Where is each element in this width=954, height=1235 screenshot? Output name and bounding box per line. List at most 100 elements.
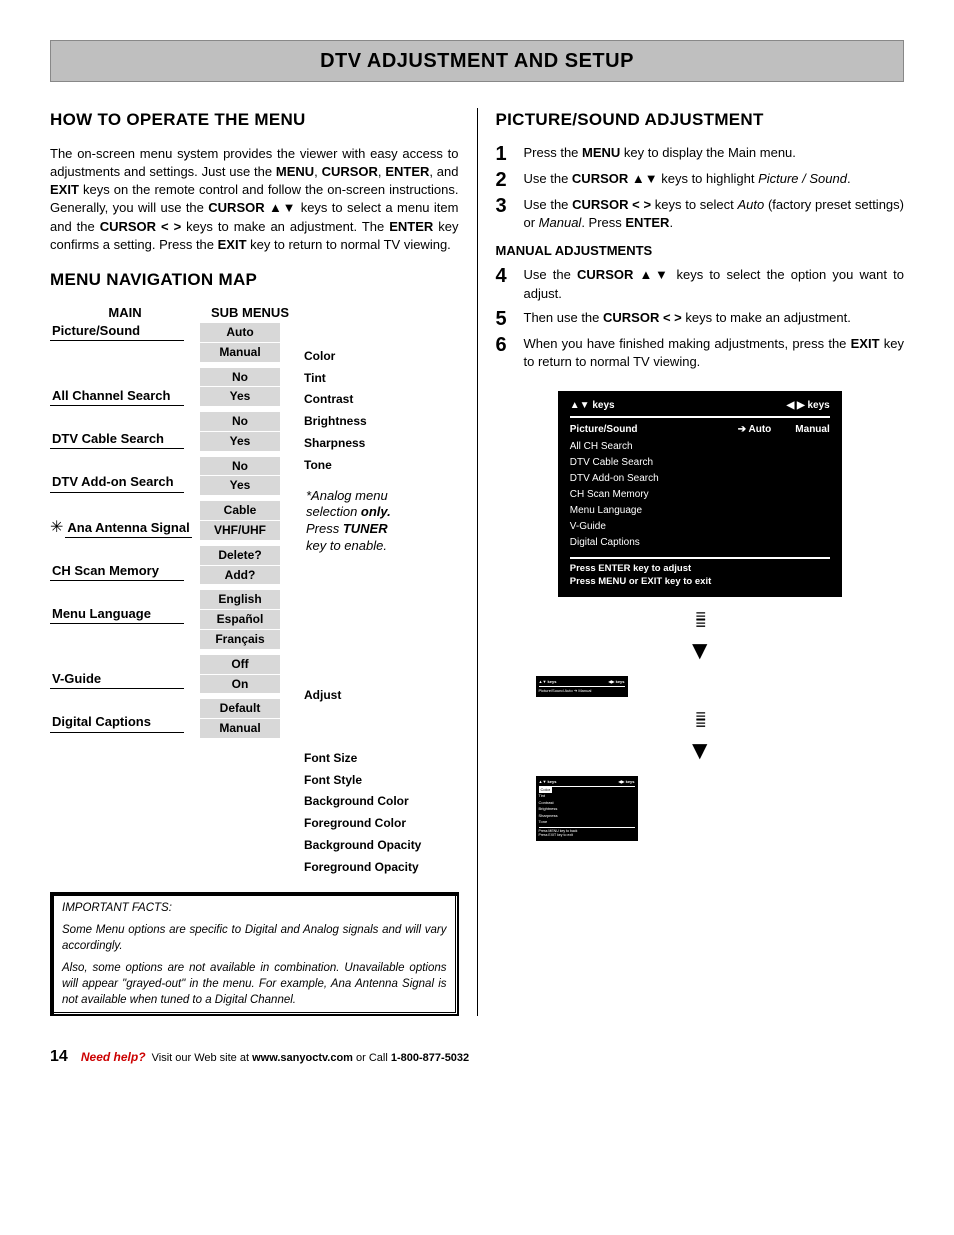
step-3: 3Use the CURSOR < > keys to select Auto … xyxy=(496,196,905,232)
text: . xyxy=(669,215,673,230)
key-cursor-updown: CURSOR ▲▼ xyxy=(208,200,296,215)
osd-item: CH Scan Memory xyxy=(570,487,830,503)
key-menu: MENU xyxy=(582,145,620,160)
sub-cable: Cable xyxy=(200,501,280,520)
text: Press xyxy=(306,521,343,536)
how-to-operate-heading: HOW TO OPERATE THE MENU xyxy=(50,108,459,132)
sub-no: No xyxy=(200,457,280,476)
important-facts-box: IMPORTANT FACTS: Some Menu options are s… xyxy=(50,892,459,1017)
text: Use the xyxy=(524,197,573,212)
intro-paragraph: The on-screen menu system provides the v… xyxy=(50,145,459,254)
text: Visit our Web site at xyxy=(152,1052,252,1064)
text: keys to make an adjustment. xyxy=(682,310,851,325)
text: keys to make an adjustment. The xyxy=(186,219,389,234)
osd-item: Digital Captions xyxy=(570,535,830,551)
down-arrow-icon: ≡≡▼ xyxy=(496,613,905,669)
key-cursor-updown: CURSOR ▲▼ xyxy=(572,171,658,186)
tert-bg-opacity: Background Opacity xyxy=(300,836,459,855)
main-menu-language: Menu Language xyxy=(50,605,184,624)
facts-p2: Also, some options are not available in … xyxy=(62,962,447,1006)
osd-mini-item: Brightness xyxy=(539,806,635,813)
sub-default: Default xyxy=(200,699,280,718)
text: selection xyxy=(306,504,361,519)
text: ◀▶ keys xyxy=(618,779,634,785)
steps-list: 1Press the MENU key to display the Main … xyxy=(496,144,905,232)
text: Use the xyxy=(524,171,572,186)
key-exit: EXIT xyxy=(50,182,79,197)
key-exit: EXIT xyxy=(851,336,880,351)
osd-hint-exit: Press MENU or EXIT key to exit xyxy=(570,575,830,588)
key-menu: MENU xyxy=(276,164,314,179)
page-number: 14 xyxy=(50,1048,68,1065)
sub-manual: Manual xyxy=(200,719,280,738)
sub-no: No xyxy=(200,412,280,431)
menu-nav-map-heading: MENU NAVIGATION MAP xyxy=(50,268,459,292)
osd-option-manual: Manual xyxy=(795,423,829,437)
text: ▲▼ keys xyxy=(539,679,557,685)
osd-item: Picture/Sound xyxy=(570,423,638,437)
text: *Analog menu xyxy=(306,488,388,503)
text: keys to highlight xyxy=(658,171,758,186)
tert-color: Color xyxy=(300,347,459,366)
osd-keys-updown: ▲▼ keys xyxy=(570,399,615,413)
osd-item: All CH Search xyxy=(570,439,830,455)
two-column-layout: HOW TO OPERATE THE MENU The on-screen me… xyxy=(50,108,904,1016)
osd-mini-item: Contrast xyxy=(539,799,635,806)
tert-font-size: Font Size xyxy=(300,749,459,768)
right-column: PICTURE/SOUND ADJUSTMENT 1Press the MENU… xyxy=(496,108,905,1016)
down-arrow-icon: ≡≡▼ xyxy=(496,713,905,769)
picture-sound-heading: PICTURE/SOUND ADJUSTMENT xyxy=(496,108,905,132)
facts-title: IMPORTANT FACTS: xyxy=(62,900,447,916)
sub-yes: Yes xyxy=(200,476,280,495)
key-cursor-leftright: CURSOR < > xyxy=(603,310,682,325)
tert-contrast: Contrast xyxy=(300,390,459,409)
tert-brightness: Brightness xyxy=(300,412,459,431)
sub-no: No xyxy=(200,368,280,387)
main-picture-sound: Picture/Sound xyxy=(50,322,184,341)
text: ▲▼ keys xyxy=(539,779,557,785)
osd-hint: Press EXIT key to exit xyxy=(539,833,635,838)
text: Use the xyxy=(524,267,578,282)
osd-selected-auto: ➔ Auto xyxy=(738,423,772,437)
menu-tree: MAIN Picture/Sound All Channel Search DT… xyxy=(50,304,459,880)
text: Then use the xyxy=(524,310,604,325)
page-footer: 14 Need help? Visit our Web site at www.… xyxy=(50,1046,904,1068)
text: ◀▶ keys xyxy=(608,679,624,685)
header-submenus: SUB MENUS xyxy=(200,304,300,322)
main-ch-scan-memory: CH Scan Memory xyxy=(50,562,184,581)
main-v-guide: V-Guide xyxy=(50,670,184,689)
sub-manual: Manual xyxy=(200,343,280,362)
text: key to display the Main menu. xyxy=(620,145,796,160)
sub-auto: Auto xyxy=(200,323,280,342)
tert-tone: Tone xyxy=(300,456,459,475)
osd-item: DTV Add-on Search xyxy=(570,471,830,487)
key-tuner: TUNER xyxy=(343,521,388,536)
key-enter: ENTER xyxy=(389,219,433,234)
text: only. xyxy=(361,504,391,519)
osd-mini-2: ▲▼ keys ◀▶ keys Color Tint Contrast Brigh… xyxy=(536,776,638,841)
text: key to return to normal TV viewing. xyxy=(250,237,451,252)
tert-tint: Tint xyxy=(300,369,459,388)
osd-mini-item: Color xyxy=(539,787,553,793)
sub-yes: Yes xyxy=(200,387,280,406)
tert-sharpness: Sharpness xyxy=(300,434,459,453)
sub-vhfuhf: VHF/UHF xyxy=(200,521,280,540)
osd-keys-leftright: ◀ ▶ keys xyxy=(787,399,830,413)
steps-list-manual: 4Use the CURSOR ▲▼ keys to select the op… xyxy=(496,266,905,371)
menu-item: Picture / Sound xyxy=(758,171,847,186)
text: . Press xyxy=(581,215,625,230)
tert-adjust: Adjust xyxy=(300,686,459,705)
osd-hint-enter: Press ENTER key to adjust xyxy=(570,562,830,575)
option-manual: Manual xyxy=(539,215,582,230)
osd-mini-item: Tint xyxy=(539,793,635,800)
osd-main-menu: ▲▼ keys ◀ ▶ keys Picture/Sound ➔ Auto Ma… xyxy=(558,391,842,597)
sub-english: English xyxy=(200,590,280,609)
text: key to enable. xyxy=(306,538,387,553)
option-auto: Auto xyxy=(737,197,764,212)
key-cursor-leftright: CURSOR < > xyxy=(572,197,651,212)
main-dtv-addon-search: DTV Add-on Search xyxy=(50,473,184,492)
main-dtv-cable-search: DTV Cable Search xyxy=(50,430,184,449)
need-help-label: Need help? xyxy=(81,1050,146,1064)
tert-bg-color: Background Color xyxy=(300,792,459,811)
sub-off: Off xyxy=(200,655,280,674)
